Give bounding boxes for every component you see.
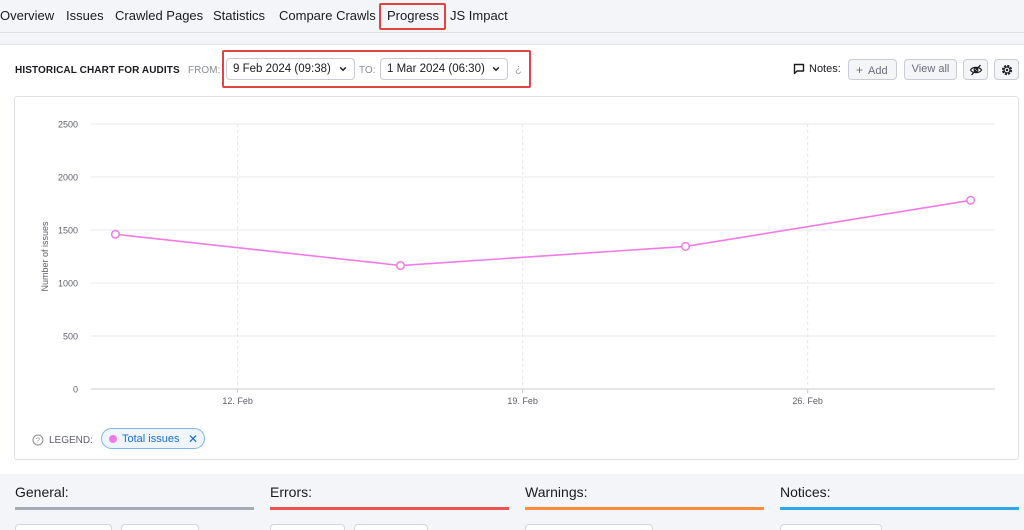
data-point xyxy=(395,260,406,271)
chart-panel: 0 500 1000 1500 2000 2500 12. Feb 19. Feb 26. Fe… xyxy=(14,96,1019,460)
note-icon xyxy=(793,63,805,75)
errors-stat-card[interactable] xyxy=(354,524,428,530)
tab-statistics[interactable]: Statistics xyxy=(213,8,265,23)
legend-item-total-issues[interactable]: Total issues ✕ xyxy=(101,428,205,449)
tab-crawled-pages[interactable]: Crawled Pages xyxy=(115,8,203,23)
svg-text:?: ? xyxy=(36,436,40,445)
from-label: FROM: xyxy=(188,65,221,76)
y-tick-label: 0 xyxy=(73,385,78,395)
section-warnings-title: Warnings: xyxy=(525,484,588,500)
tab-js-impact[interactable]: JS Impact xyxy=(450,8,508,23)
section-general-title: General: xyxy=(15,484,69,500)
notices-stat-card[interactable] xyxy=(780,524,882,530)
y-axis-title: Number of issues xyxy=(40,221,50,292)
section-errors-title: Errors: xyxy=(270,484,312,500)
hide-notes-button[interactable] xyxy=(963,59,988,80)
plus-icon: + xyxy=(856,63,864,77)
warnings-stat-card[interactable] xyxy=(525,524,653,530)
data-point xyxy=(110,229,120,239)
view-all-notes-button[interactable]: View all xyxy=(904,59,957,80)
audit-tabs-bar: Overview Issues Crawled Pages Statistics… xyxy=(0,0,1024,33)
legend-item-label: Total issues xyxy=(122,433,180,445)
gear-icon xyxy=(1001,64,1013,76)
add-note-label: Add xyxy=(868,65,888,77)
data-point xyxy=(966,195,976,205)
section-notices-bar xyxy=(780,507,1019,510)
y-tick-label: 2000 xyxy=(58,173,78,183)
close-icon[interactable]: ✕ xyxy=(188,432,198,446)
section-general-bar xyxy=(15,507,254,510)
errors-stat-card[interactable] xyxy=(270,524,345,530)
series-line-total-issues xyxy=(115,199,971,267)
general-stat-card[interactable] xyxy=(15,524,112,530)
y-tick-label: 2500 xyxy=(58,120,78,130)
section-notices-title: Notices: xyxy=(780,484,831,500)
general-stat-card[interactable] xyxy=(121,524,199,530)
tab-compare-crawls[interactable]: Compare Crawls xyxy=(279,8,376,23)
eye-slash-icon xyxy=(969,64,983,76)
tab-issues[interactable]: Issues xyxy=(66,8,104,23)
tab-progress[interactable]: Progress xyxy=(387,8,439,23)
data-point xyxy=(680,241,691,251)
y-tick-label: 1500 xyxy=(58,226,78,236)
y-tick-label: 500 xyxy=(63,332,78,342)
section-warnings-bar xyxy=(525,507,764,510)
historical-chart-card: HISTORICAL CHART FOR AUDITS FROM: 9 Feb … xyxy=(0,44,1024,474)
add-note-button[interactable]: + Add xyxy=(848,59,897,80)
y-tick-label: 1000 xyxy=(58,279,78,289)
tab-overview[interactable]: Overview xyxy=(0,8,54,23)
notes-label: Notes: xyxy=(809,63,841,75)
section-errors-bar xyxy=(270,507,509,510)
help-icon[interactable]: ? xyxy=(32,434,44,446)
x-tick-label: 12. Feb xyxy=(222,396,253,406)
chart-heading: HISTORICAL CHART FOR AUDITS xyxy=(15,65,180,76)
x-tick-label: 19. Feb xyxy=(507,396,538,406)
chart-settings-button[interactable] xyxy=(994,59,1019,80)
date-range-highlight xyxy=(222,50,531,88)
series-color-dot xyxy=(109,435,117,443)
x-tick-label: 26. Feb xyxy=(792,396,823,406)
issues-line-chart: 0 500 1000 1500 2000 2500 12. Feb 19. Feb 26. Fe… xyxy=(40,120,995,406)
legend-label: LEGEND: xyxy=(49,435,93,446)
